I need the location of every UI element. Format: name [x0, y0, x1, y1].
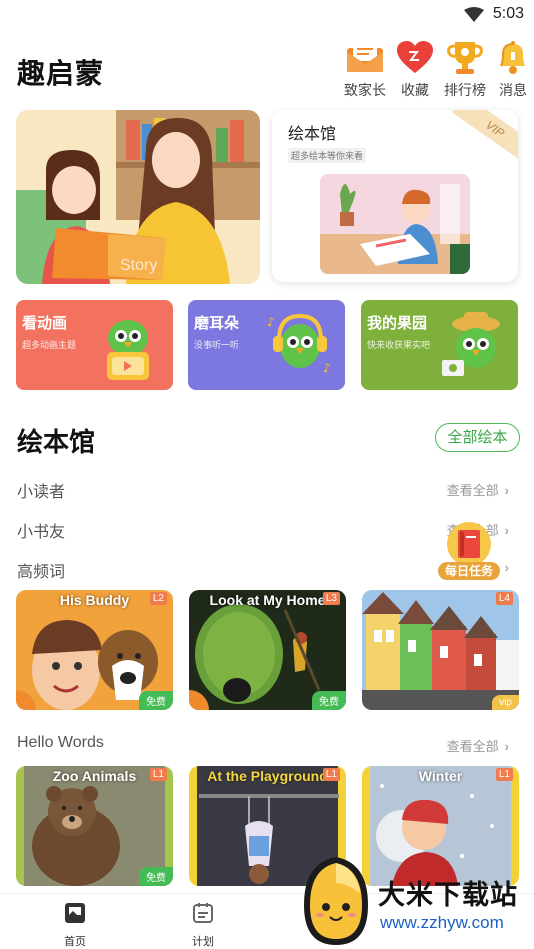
row-hello-words-more[interactable]: 查看全部 › — [447, 736, 509, 755]
favorites-button[interactable]: 收藏 — [390, 40, 440, 100]
leaderboard-label: 排行榜 — [444, 82, 486, 98]
row-hello-words: Hello Words 查看全部 › — [17, 732, 517, 760]
envelope-icon — [347, 43, 383, 72]
parent-letter-button[interactable]: 致家长 — [340, 40, 390, 100]
bell-icon — [500, 41, 525, 74]
leaderboard-button[interactable]: 排行榜 — [440, 40, 490, 100]
row-book-friends-label: 小书友 — [17, 524, 66, 541]
row-hello-words-label: Hello Words — [17, 734, 104, 751]
parrot-tv-mascot-icon — [107, 320, 149, 380]
parent-letter-label: 致家长 — [344, 82, 386, 98]
daily-task-label: 每日任务 — [438, 562, 500, 580]
all-books-button[interactable]: 全部绘本 — [435, 423, 520, 452]
listening-card-subtitle: 没事听一听 — [194, 340, 240, 350]
parrot-headphones-mascot-icon: ♪ ♪ — [267, 313, 331, 375]
chevron-right-icon: › — [504, 560, 509, 575]
chevron-right-icon: › — [504, 739, 509, 754]
hero-banners: Story 绘本馆 超多绘本等你来看 VIP — [16, 110, 518, 286]
boy-reading-illustration — [320, 174, 470, 274]
story-banner[interactable]: Story — [16, 110, 260, 284]
messages-label: 消息 — [499, 82, 527, 98]
cartoon-card-subtitle: 超多动画主题 — [22, 340, 77, 350]
favorites-label: 收藏 — [401, 82, 429, 98]
messages-button[interactable]: 消息 — [488, 40, 534, 100]
row-young-readers-label: 小读者 — [17, 484, 66, 501]
book-card-his-buddy[interactable]: His Buddy L2 免费 — [16, 590, 173, 710]
free-badge: 免费 — [312, 691, 346, 710]
feature-cards: 看动画 超多动画主题 磨耳朵 没事听一听 ♪ ♪ 我的果园 快来收获果实吧 — [16, 300, 518, 390]
free-badge: 免费 — [139, 867, 173, 886]
orchard-card[interactable]: 我的果园 快来收获果实吧 — [361, 300, 518, 390]
home-icon — [65, 903, 85, 923]
status-time: 5:03 — [492, 5, 524, 22]
level-badge: L2 — [149, 592, 167, 605]
row-young-readers-more[interactable]: 查看全部 › — [447, 480, 509, 499]
chevron-right-icon: › — [504, 523, 509, 538]
orchard-card-title: 我的果园 — [367, 315, 428, 332]
trophy-icon — [447, 42, 483, 74]
vip-badge: vip — [492, 695, 519, 710]
parrot-farmer-mascot-icon — [442, 312, 500, 376]
vip-ribbon: VIP — [451, 110, 518, 164]
mother-child-reading-illustration: Story — [16, 110, 260, 284]
app-title: 趣启蒙 — [17, 58, 105, 89]
picture-book-banner-subtitle: 超多绘本等你来看 — [288, 148, 367, 163]
calendar-icon — [193, 903, 213, 923]
level-badge: L3 — [322, 592, 340, 605]
listening-card[interactable]: 磨耳朵 没事听一听 ♪ ♪ — [188, 300, 345, 390]
listening-card-title: 磨耳朵 — [194, 315, 240, 332]
level-badge: L1 — [322, 768, 340, 781]
rice-mascot-logo — [304, 857, 368, 945]
row-high-frequency-more[interactable]: › — [499, 560, 509, 575]
status-bar: 5:03 — [0, 0, 534, 30]
orchard-card-subtitle: 快来收获果实吧 — [367, 340, 431, 350]
site-watermark: 大米下载站 www.zzhyw.com — [296, 853, 534, 949]
book-card-look-at-my-home[interactable]: Look at My Home L3 免费 — [189, 590, 346, 710]
watermark-name: 大米下载站 — [378, 880, 518, 910]
watermark-url: www.zzhyw.com — [380, 913, 504, 932]
tab-home[interactable]: 首页 — [45, 902, 105, 949]
svg-text:♪: ♪ — [267, 315, 275, 329]
level-badge: L4 — [495, 592, 513, 605]
svg-text:♪: ♪ — [323, 361, 331, 375]
section-title: 绘本馆 — [17, 427, 96, 457]
cartoon-card-title: 看动画 — [22, 315, 68, 332]
row-high-frequency-label: 高频词 — [17, 564, 66, 581]
daily-task-button[interactable]: 每日任务 — [438, 522, 500, 580]
heart-icon — [397, 41, 433, 73]
chevron-right-icon: › — [504, 483, 509, 498]
app-header: 趣启蒙 致家长 收藏 排行榜 消息 — [0, 40, 534, 100]
cartoon-card[interactable]: 看动画 超多动画主题 — [16, 300, 173, 390]
story-text: Story — [120, 257, 157, 274]
row-young-readers: 小读者 查看全部 › — [17, 476, 517, 504]
wifi-icon — [464, 7, 484, 22]
tab-home-label: 首页 — [64, 936, 86, 948]
book-card-zoo-animals[interactable]: Zoo Animals L1 免费 — [16, 766, 173, 886]
level-badge: L1 — [495, 768, 513, 781]
tab-plan[interactable]: 计划 — [173, 902, 233, 949]
colorful-houses-cover — [362, 590, 519, 710]
picture-book-banner-title: 绘本馆 — [288, 126, 337, 143]
tab-plan-label: 计划 — [192, 936, 214, 948]
level-badge: L1 — [149, 768, 167, 781]
free-badge: 免费 — [139, 691, 173, 710]
picture-book-banner[interactable]: 绘本馆 超多绘本等你来看 VIP — [272, 110, 518, 282]
book-card-colorful-houses[interactable]: L4 vip — [362, 590, 519, 710]
